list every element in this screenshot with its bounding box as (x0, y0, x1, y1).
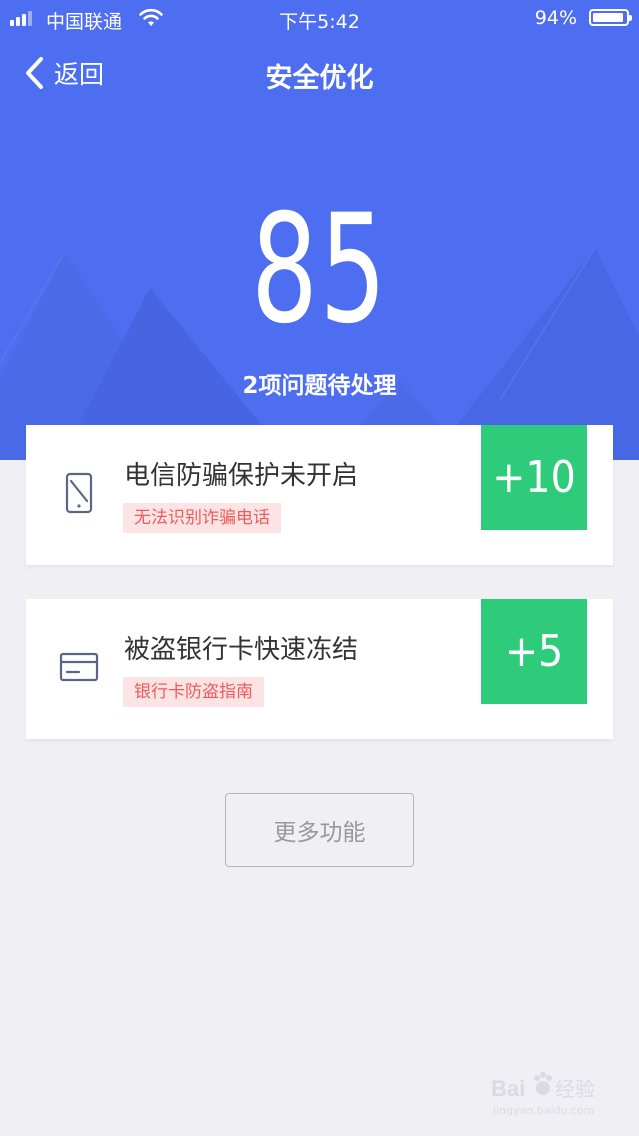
more-features-button[interactable]: 更多功能 (225, 793, 414, 867)
issue-card-anti-fraud[interactable]: 电信防骗保护未开启 无法识别诈骗电话 +10 (26, 425, 613, 565)
issue-tag[interactable]: 无法识别诈骗电话 (123, 503, 281, 533)
battery-percent: 94% (534, 7, 577, 29)
hero-header: 中国联通 下午5:42 94% 返回 安全优化 85 2项问题待处理 (0, 0, 639, 460)
battery-icon (589, 9, 632, 26)
issue-tag[interactable]: 银行卡防盗指南 (123, 677, 264, 707)
points-button[interactable]: +5 (481, 599, 587, 704)
security-score: 85 (250, 183, 389, 357)
issue-card-bank-card[interactable]: 被盗银行卡快速冻结 银行卡防盗指南 +5 (26, 599, 613, 739)
page-title: 安全优化 (265, 63, 374, 94)
issue-title: 电信防骗保护未开启 (124, 461, 359, 491)
bank-card-icon (59, 652, 99, 682)
baidu-jingyan-watermark: Bai 经验 jingyan.baidu.com (491, 1072, 595, 1117)
watermark-suffix: 经验 (555, 1077, 595, 1101)
watermark-brand: Bai (491, 1076, 525, 1101)
battery-nub (629, 15, 632, 21)
battery-level-fill (593, 13, 624, 22)
watermark-url: jingyan.baidu.com (492, 1104, 595, 1117)
points-button[interactable]: +10 (481, 425, 587, 530)
status-bar: 中国联通 下午5:42 94% (0, 0, 639, 36)
phone-blocked-icon (65, 472, 93, 514)
issues-summary: 2项问题待处理 (242, 373, 397, 399)
issue-title: 被盗银行卡快速冻结 (124, 635, 359, 665)
